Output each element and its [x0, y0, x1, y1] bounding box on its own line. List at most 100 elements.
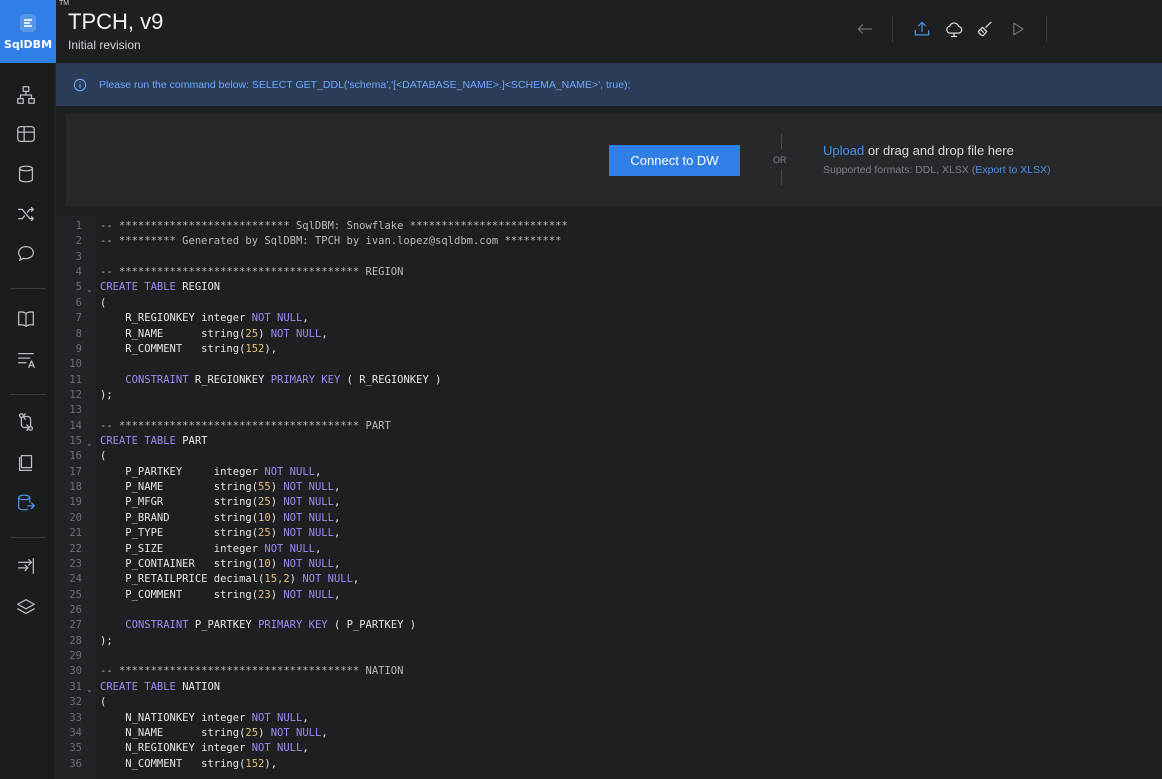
line-number: 19	[69, 496, 82, 509]
toolbar-divider	[1046, 16, 1047, 42]
connect-to-dw-button[interactable]: Connect to DW	[609, 145, 740, 176]
upload-button[interactable]	[909, 16, 935, 42]
database-icon[interactable]	[14, 162, 38, 186]
line-number: 15	[69, 435, 82, 448]
code-line: (	[100, 296, 107, 309]
code-line: P_SIZE integer NOT NULL,	[100, 542, 322, 555]
cloud-button[interactable]	[941, 16, 967, 42]
code-line: );	[100, 388, 113, 401]
line-number: 1	[75, 220, 82, 232]
layers-icon[interactable]	[14, 595, 38, 619]
rail-divider	[10, 537, 46, 538]
info-icon	[73, 78, 87, 91]
code-line: P_COMMENT string(23) NOT NULL,	[100, 588, 341, 601]
line-number: 9	[75, 342, 82, 355]
line-number: 6	[75, 296, 82, 309]
compare-icon[interactable]	[14, 410, 38, 434]
line-number: 29	[69, 650, 82, 663]
table-grid-icon[interactable]	[14, 122, 38, 146]
upload-link[interactable]: Upload	[823, 143, 864, 158]
line-number: 14	[69, 419, 82, 432]
upload-dropzone[interactable]: Upload or drag and drop file here	[823, 143, 1014, 158]
code-content[interactable]: -- *************************** SqlDBM: S…	[100, 219, 568, 772]
fold-toggle-icon[interactable]: ⌄	[86, 436, 93, 451]
line-number: 22	[69, 542, 82, 555]
formats-suffix: )	[1047, 164, 1051, 176]
code-line: N_NATIONKEY integer NOT NULL,	[100, 711, 309, 724]
code-line: R_NAME string(25) NOT NULL,	[100, 327, 328, 340]
left-sidebar: SqlDBM	[0, 0, 56, 779]
code-line: CONSTRAINT R_REGIONKEY PRIMARY KEY ( R_R…	[125, 373, 442, 386]
notebook-icon[interactable]	[14, 451, 38, 475]
code-line: P_CONTAINER string(10) NOT NULL,	[100, 557, 341, 570]
code-line: P_TYPE string(25) NOT NULL,	[100, 527, 341, 540]
broom-icon	[977, 21, 992, 37]
back-button[interactable]	[852, 16, 878, 42]
rail-divider	[10, 288, 46, 289]
formats-text: Supported formats: DDL, XLSX (	[823, 164, 976, 176]
or-divider-bottom	[781, 170, 782, 185]
line-number: 35	[69, 742, 82, 755]
fold-toggle-icon[interactable]: ⌄	[86, 682, 93, 697]
book-icon[interactable]	[14, 307, 38, 331]
code-line: P_PARTKEY integer NOT NULL,	[100, 465, 322, 478]
code-line: R_COMMENT string(152),	[100, 342, 278, 355]
play-icon	[1013, 22, 1024, 36]
fold-toggle-icon[interactable]: ⌄	[86, 282, 93, 297]
import-arrows-icon[interactable]	[14, 554, 38, 578]
line-number: 23	[69, 557, 82, 570]
line-number: 31	[69, 680, 82, 693]
hierarchy-icon[interactable]	[14, 83, 38, 107]
code-line: -- *************************************…	[100, 266, 404, 279]
app-window: SqlDBM TM TPCH, v9 Initial revision Plea…	[0, 0, 1162, 779]
code-line: -- *************************************…	[100, 665, 404, 678]
code-editor[interactable]: 1 2 3 4 5 ⌄ 6 7 8 9 10 11 12 13 14 15 ⌄ 16 17 18 19 20 21 22 23 2…	[56, 214, 1162, 779]
code-line: (	[100, 450, 107, 463]
code-line: (	[100, 696, 107, 709]
or-divider-top	[781, 134, 782, 149]
line-number: 28	[69, 634, 82, 647]
line-number-gutter: 1 2 3 4 5 ⌄ 6 7 8 9 10 11 12 13 14 15 ⌄ 16 17 18 19 20 21 22 23 2…	[56, 214, 96, 779]
line-number: 2	[75, 235, 82, 248]
header: TM TPCH, v9 Initial revision	[56, 0, 1162, 63]
line-number: 13	[69, 404, 82, 417]
export-to-xlsx-link[interactable]: Export to XLSX	[975, 164, 1047, 176]
menu-icon	[17, 12, 39, 34]
code-line: CREATE TABLE REGION	[100, 281, 221, 294]
code-line: P_BRAND string(10) NOT NULL,	[100, 511, 341, 524]
clean-button[interactable]	[972, 16, 998, 42]
code-line: -- *************************** SqlDBM: S…	[100, 220, 568, 232]
app-logo[interactable]: SqlDBM	[0, 0, 56, 63]
line-number: 34	[69, 726, 82, 739]
line-number: 8	[75, 327, 82, 340]
comment-icon[interactable]	[14, 242, 38, 266]
code-line: -- ********* Generated by SqlDBM: TPCH b…	[100, 235, 562, 248]
line-number: 32	[69, 696, 82, 709]
line-number: 36	[69, 757, 82, 770]
shuffle-icon[interactable]	[14, 202, 38, 226]
line-number: 17	[69, 465, 82, 478]
line-number: 5	[75, 281, 82, 294]
code-line: -- *************************************…	[100, 419, 391, 432]
toolbar-divider	[892, 16, 893, 42]
code-line: P_NAME string(55) NOT NULL,	[100, 481, 341, 494]
upload-hint: or drag and drop file here	[864, 143, 1014, 158]
line-number: 11	[69, 373, 82, 386]
brand-name: SqlDBM	[3, 38, 53, 51]
line-number: 4	[75, 266, 82, 279]
text-format-icon[interactable]	[14, 348, 38, 372]
line-number: 3	[75, 250, 82, 263]
line-number: 24	[69, 573, 82, 586]
trademark-mark: TM	[59, 0, 70, 7]
line-number: 12	[69, 388, 82, 401]
database-export-icon[interactable]	[14, 491, 38, 515]
code-line: N_REGIONKEY integer NOT NULL,	[100, 742, 309, 755]
run-button[interactable]	[1005, 16, 1031, 42]
connect-panel: Connect to DW OR Upload or drag and drop…	[66, 114, 1162, 206]
code-line: N_COMMENT string(152),	[100, 757, 278, 770]
code-line: CONSTRAINT P_PARTKEY PRIMARY KEY ( P_PAR…	[125, 619, 417, 632]
line-number: 33	[69, 711, 82, 724]
